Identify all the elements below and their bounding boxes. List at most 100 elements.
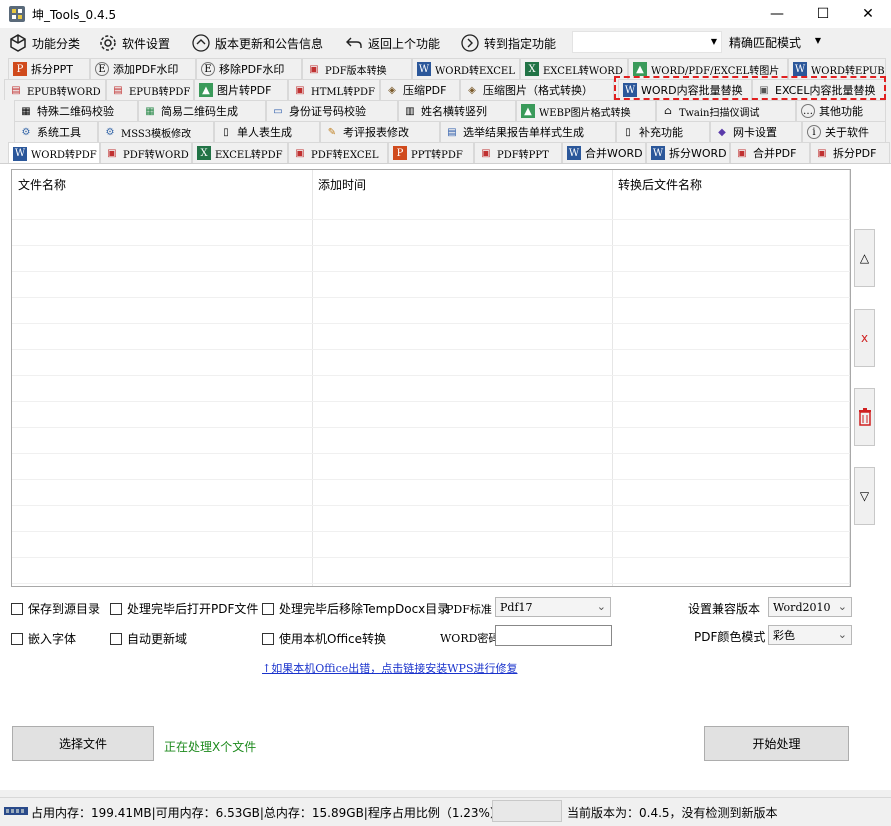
open-pdf-after-checkbox[interactable]: 处理完毕后打开PDF文件 <box>110 600 258 617</box>
tab-name-horizontal-to-vertical[interactable]: ▥ 姓名横转竖列 <box>398 100 516 121</box>
tab-row-4: ⚙ 系统工具 ⚙ MSS3模板修改 ▯ 单人表生成 ✎ 考评报表修改 ▤ 选举结果报告单样… <box>0 121 891 142</box>
tab-excel-to-word[interactable]: X EXCEL转WORD <box>520 58 628 79</box>
embed-fonts-checkbox[interactable]: 嵌入字体 <box>11 630 76 647</box>
tab-row-5: W WORD转PDF ▣ PDF转WORD X EXCEL转PDF ▣ PDF转EXCE… <box>0 142 891 164</box>
pdf-standard-select[interactable]: Pdf17 ⌄ <box>495 597 611 617</box>
checkbox-box[interactable] <box>262 602 274 615</box>
watermark-icon: E <box>95 62 109 76</box>
move-down-button[interactable]: ▽ <box>854 467 875 525</box>
maximize-button[interactable]: ☐ <box>800 0 846 28</box>
tab-split-ppt[interactable]: P 拆分PPT <box>8 58 90 79</box>
feature-category-label: 功能分类 <box>32 36 81 51</box>
list-row <box>12 480 850 506</box>
minimize-button[interactable]: — <box>754 0 800 28</box>
tab-split-word[interactable]: W 拆分WORD <box>646 142 730 163</box>
processing-status-text: 正在处理X个文件 <box>164 740 257 754</box>
tab-evaluation-report-edit[interactable]: ✎ 考评报表修改 <box>320 121 440 142</box>
tab-merge-pdf[interactable]: ▣ 合并PDF <box>730 142 810 163</box>
checkbox-box[interactable] <box>110 602 122 615</box>
chevron-down-icon: ⌄ <box>596 600 606 613</box>
tab-word-to-excel[interactable]: W WORD转EXCEL <box>412 58 520 79</box>
word-icon: W <box>567 146 581 160</box>
tab-html-to-pdf[interactable]: ▣ HTML转PDF <box>288 79 380 100</box>
column-header-add-time[interactable]: 添加时间 <box>318 176 366 193</box>
tab-nic-settings[interactable]: ◆ 网卡设置 <box>710 121 802 142</box>
tab-about[interactable]: i 关于软件 <box>802 121 886 142</box>
file-list[interactable]: 文件名称 添加时间 转换后文件名称 <box>11 169 851 587</box>
update-notice-label: 版本更新和公告信息 <box>215 36 324 51</box>
tab-webp-convert[interactable]: ▲ WEBP图片格式转换 <box>516 100 656 121</box>
pdf-color-mode-select[interactable]: 彩色 ⌄ <box>768 625 852 645</box>
tab-single-form-gen[interactable]: ▯ 单人表生成 <box>214 121 320 142</box>
list-row <box>12 402 850 428</box>
remove-tempdocx-checkbox[interactable]: 处理完毕后移除TempDocx目录 <box>262 600 449 617</box>
tab-ppt-to-pdf[interactable]: P PPT转PDF <box>388 142 474 163</box>
version-status-text: 当前版本为：0.4.5，没有检测到新版本 <box>567 806 778 820</box>
pdf-icon: ▣ <box>737 147 747 159</box>
tab-pdf-to-ppt[interactable]: ▣ PDF转PPT <box>474 142 562 163</box>
tab-twain-scanner-debug[interactable]: ⌂ Twain扫描仪调试 <box>656 100 796 121</box>
use-local-office-checkbox[interactable]: 使用本机Office转换 <box>262 630 386 647</box>
remove-item-button[interactable]: x <box>854 309 875 367</box>
feature-search-input[interactable]: ▼ <box>572 31 722 53</box>
tab-id-number-check[interactable]: ▭ 身份证号码校验 <box>266 100 398 121</box>
tab-supplement-features[interactable]: ▯ 补充功能 <box>616 121 710 142</box>
tab-pdf-to-word[interactable]: ▣ PDF转WORD <box>100 142 192 163</box>
close-button[interactable]: ✕ <box>845 0 891 28</box>
network-icon: ◆ <box>718 126 726 138</box>
tab-pdf-to-excel[interactable]: ▣ PDF转EXCEL <box>288 142 388 163</box>
update-notice-button[interactable]: 版本更新和公告信息 <box>191 31 323 55</box>
remove-icon: x <box>860 331 869 345</box>
install-wps-repair-link[interactable]: ↑如果本机Office出错，点击链接安装WPS进行修复 <box>262 660 517 676</box>
tab-doc-to-image[interactable]: ▲ WORD/PDF/EXCEL转图片 <box>628 58 788 79</box>
feature-category-button[interactable]: 功能分类 <box>8 31 80 55</box>
select-files-button[interactable]: 选择文件 <box>12 726 154 761</box>
column-header-file-name[interactable]: 文件名称 <box>18 176 66 193</box>
checkbox-box[interactable] <box>262 632 274 645</box>
checkbox-box[interactable] <box>11 602 23 615</box>
tab-simple-qrcode-gen[interactable]: ▦ 简易二维码生成 <box>138 100 266 121</box>
tab-mss3-template[interactable]: ⚙ MSS3模板修改 <box>98 121 214 142</box>
tab-epub-to-pdf[interactable]: ▤ EPUB转PDF <box>106 79 194 100</box>
tab-excel-batch-replace[interactable]: ▣ EXCEL内容批量替换 <box>752 79 886 100</box>
scanner-icon: ⌂ <box>664 105 672 117</box>
tab-compress-pdf[interactable]: ◈ 压缩PDF <box>380 79 460 100</box>
qrcode-icon: ▦ <box>21 105 31 117</box>
pdf-icon: ▣ <box>817 147 827 159</box>
tab-split-pdf[interactable]: ▣ 拆分PDF <box>810 142 890 163</box>
move-up-button[interactable]: △ <box>854 229 875 287</box>
auto-update-fields-checkbox[interactable]: 自动更新域 <box>110 630 187 647</box>
tab-word-to-epub[interactable]: W WORD转EPUB <box>788 58 886 79</box>
tab-image-to-pdf[interactable]: ▲ 图片转PDF <box>194 79 288 100</box>
tab-election-report-gen[interactable]: ▤ 选举结果报告单样式生成 <box>440 121 616 142</box>
go-back-button[interactable]: 返回上个功能 <box>344 31 440 55</box>
pdf-color-mode-label: PDF颜色模式 <box>694 630 766 644</box>
tab-pdf-version-convert[interactable]: ▣ PDF版本转换 <box>302 58 412 79</box>
clear-list-button[interactable] <box>854 388 875 446</box>
pdf-icon: ▣ <box>295 84 305 96</box>
tab-word-batch-replace[interactable]: W WORD内容批量替换 <box>618 79 752 100</box>
tab-remove-pdf-watermark[interactable]: E 移除PDF水印 <box>196 58 302 79</box>
watermark-icon: E <box>201 62 215 76</box>
tab-other-features[interactable]: … 其他功能 <box>796 100 886 121</box>
main-toolbar: 功能分类 软件设置 版本更新和公告信息 返回上个功能 转到指定功能 ▼ 精确匹配… <box>0 28 891 58</box>
compat-version-select[interactable]: Word2010 ⌄ <box>768 597 852 617</box>
pdf-icon: ▣ <box>295 147 305 159</box>
tab-compress-image[interactable]: ◈ 压缩图片（格式转换） <box>460 79 614 100</box>
tab-merge-word[interactable]: W 合并WORD <box>562 142 646 163</box>
checkbox-box[interactable] <box>11 632 23 645</box>
checkbox-box[interactable] <box>110 632 122 645</box>
tab-excel-to-pdf[interactable]: X EXCEL转PDF <box>192 142 288 163</box>
save-to-source-checkbox[interactable]: 保存到源目录 <box>11 600 100 617</box>
goto-feature-button[interactable]: 转到指定功能 <box>460 31 556 55</box>
tab-add-pdf-watermark[interactable]: E 添加PDF水印 <box>90 58 196 79</box>
tab-word-to-pdf[interactable]: W WORD转PDF <box>8 142 100 164</box>
tab-system-tools[interactable]: ⚙ 系统工具 <box>14 121 98 142</box>
start-processing-button[interactable]: 开始处理 <box>704 726 849 761</box>
settings-button[interactable]: 软件设置 <box>98 31 170 55</box>
match-mode-select[interactable]: 精确匹配模式 ▼ <box>725 31 825 53</box>
word-password-input[interactable] <box>495 625 612 646</box>
column-header-converted-name[interactable]: 转换后文件名称 <box>618 176 702 193</box>
tab-special-qrcode-check[interactable]: ▦ 特殊二维码校验 <box>14 100 138 121</box>
tab-epub-to-word[interactable]: ▤ EPUB转WORD <box>4 79 106 100</box>
